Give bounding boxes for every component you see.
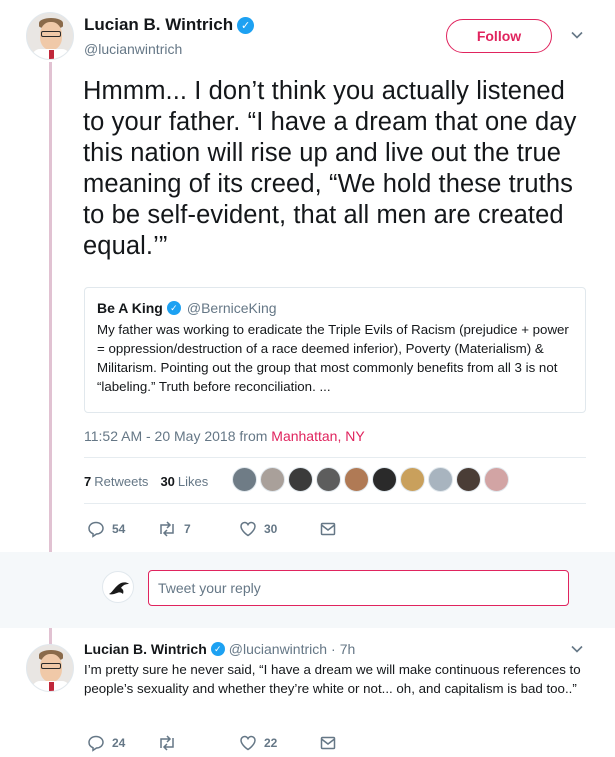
verified-check-icon: ✓ — [210, 642, 225, 656]
author-handle[interactable]: @lucianwintrich — [84, 41, 182, 57]
engagement-stats: 7 Retweets 30 Likes — [84, 474, 220, 489]
tweet-actions: 54 7 30 — [87, 520, 337, 538]
quoted-author-row: Be A King ✓ @BerniceKing — [97, 300, 573, 316]
chevron-down-icon[interactable] — [568, 28, 586, 46]
follow-button[interactable]: Follow — [446, 19, 552, 53]
reply-display-name[interactable]: Lucian B. Wintrich — [84, 641, 207, 657]
retweets-label: Retweets — [94, 474, 149, 489]
envelope-icon — [319, 520, 337, 538]
envelope-icon — [319, 734, 337, 752]
retweets-stat[interactable]: 7 Retweets — [84, 474, 148, 489]
reply-count: 54 — [112, 522, 126, 536]
liker-avatar[interactable] — [372, 467, 397, 492]
quoted-handle: @BerniceKing — [186, 300, 277, 316]
reply-author-avatar[interactable] — [26, 644, 74, 692]
author-name-row[interactable]: Lucian B. Wintrich ✓ — [84, 15, 255, 35]
author-display-name[interactable]: Lucian B. Wintrich — [84, 15, 233, 35]
tweet-text: Hmmm... I don’t think you actually liste… — [83, 77, 577, 260]
retweet-action[interactable] — [157, 734, 239, 752]
retweet-arrows-icon — [157, 520, 177, 538]
likes-label: Likes — [177, 474, 209, 489]
reply-action[interactable]: 54 — [87, 520, 157, 538]
like-action[interactable]: 30 — [239, 520, 319, 538]
reply-text: I’m pretty sure he never said, “I have a… — [84, 662, 581, 696]
divider — [84, 457, 586, 458]
quoted-display-name: Be A King — [97, 300, 163, 316]
dot-separator: · — [331, 641, 336, 657]
liker-avatar[interactable] — [344, 467, 369, 492]
reply-bubble-icon — [87, 734, 105, 752]
reply-bubble-icon — [87, 520, 105, 538]
likes-stat[interactable]: 30 Likes — [160, 474, 208, 489]
liker-avatar[interactable] — [316, 467, 341, 492]
current-user-avatar[interactable] — [102, 571, 134, 603]
reply-time[interactable]: 7h — [340, 641, 356, 657]
reply-action[interactable]: 24 — [87, 734, 157, 752]
retweet-arrows-icon — [157, 734, 177, 752]
liker-avatar[interactable] — [260, 467, 285, 492]
reply-input[interactable] — [148, 570, 569, 606]
direct-message-action[interactable] — [319, 520, 337, 538]
liker-avatar[interactable] — [484, 467, 509, 492]
retweet-action[interactable]: 7 — [157, 520, 239, 538]
like-action[interactable]: 22 — [239, 734, 319, 752]
direct-message-action[interactable] — [319, 734, 337, 752]
divider — [84, 503, 586, 504]
reply-author-row: Lucian B. Wintrich ✓ @lucianwintrich · 7… — [84, 641, 355, 657]
tweet-metadata: 11:52 AM - 20 May 2018 from Manhattan, N… — [84, 428, 365, 444]
verified-check-icon: ✓ — [237, 16, 255, 34]
tweet-timestamp[interactable]: 11:52 AM - 20 May 2018 — [84, 428, 236, 444]
reply-count: 24 — [112, 736, 126, 750]
quoted-tweet[interactable]: Be A King ✓ @BerniceKing My father was w… — [84, 287, 586, 413]
liker-avatar[interactable] — [232, 467, 257, 492]
reply-actions: 24 22 — [87, 734, 337, 752]
reply-handle[interactable]: @lucianwintrich — [229, 641, 327, 657]
liker-avatar[interactable] — [288, 467, 313, 492]
retweets-count: 7 — [84, 474, 92, 489]
heart-icon — [239, 520, 257, 538]
heart-icon — [239, 734, 257, 752]
chevron-down-icon[interactable] — [568, 642, 586, 660]
liker-avatars — [232, 467, 509, 492]
verified-check-icon: ✓ — [166, 301, 181, 315]
liker-avatar[interactable] — [400, 467, 425, 492]
author-avatar[interactable] — [26, 12, 74, 60]
liker-avatar[interactable] — [428, 467, 453, 492]
from-word: from — [239, 428, 268, 444]
retweet-count: 7 — [184, 522, 191, 536]
tweet-location[interactable]: Manhattan, NY — [271, 428, 364, 444]
liker-avatar[interactable] — [456, 467, 481, 492]
likes-count: 30 — [160, 474, 175, 489]
quoted-text: My father was working to eradicate the T… — [97, 322, 569, 394]
like-count: 30 — [264, 522, 278, 536]
like-count: 22 — [264, 736, 278, 750]
